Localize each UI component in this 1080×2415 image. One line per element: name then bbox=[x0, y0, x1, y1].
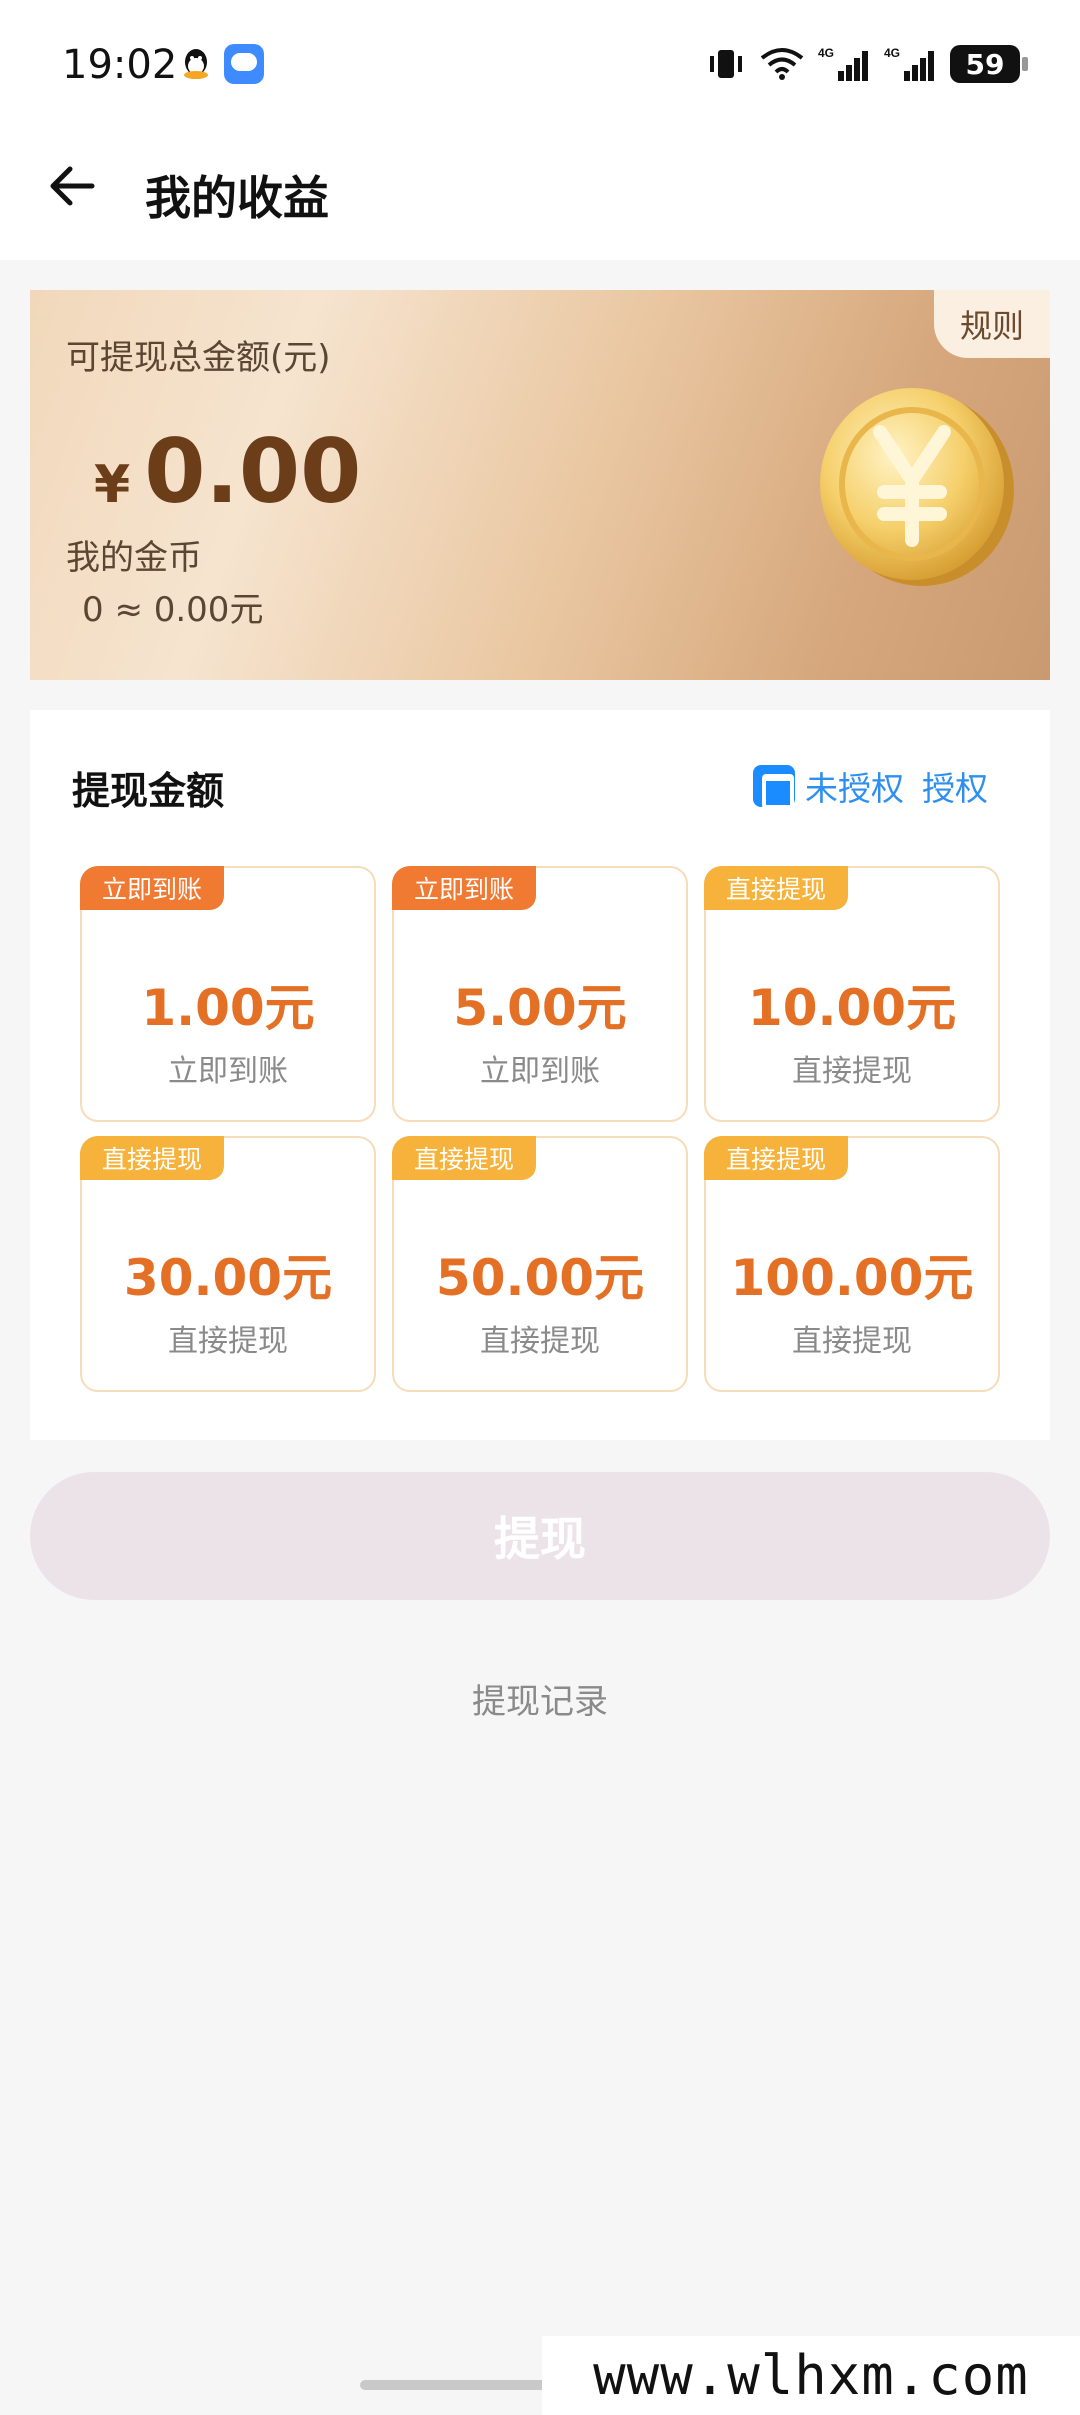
signal-4g-icon: 4G bbox=[884, 46, 934, 81]
withdraw-option[interactable]: 直接提现 50.00元 直接提现 bbox=[392, 1136, 688, 1392]
wifi-icon bbox=[760, 48, 804, 80]
alipay-auth: 未授权 授权 bbox=[753, 762, 988, 810]
option-amount: 5.00元 bbox=[453, 979, 627, 1037]
earnings-card: 规则 可提现总金额(元) ¥ 0.00 我的金币 0 ≈ 0.00元 bbox=[30, 290, 1050, 680]
coins-value: 0 ≈ 0.00元 bbox=[82, 590, 264, 630]
svg-text:4G: 4G bbox=[884, 46, 900, 60]
option-subtitle: 立即到账 bbox=[480, 1054, 600, 1089]
option-amount: 10.00元 bbox=[747, 979, 957, 1037]
gold-coin-icon bbox=[820, 388, 1014, 586]
withdraw-option[interactable]: 立即到账 5.00元 立即到账 bbox=[392, 866, 688, 1122]
withdraw-records-link[interactable]: 提现记录 bbox=[0, 1674, 1080, 1723]
message-icon bbox=[224, 44, 264, 84]
status-time: 19:02 bbox=[62, 42, 178, 88]
total-withdrawable-label: 可提现总金额(元) bbox=[66, 338, 331, 378]
coins-label: 我的金币 bbox=[66, 538, 202, 578]
status-bar: 19:02 4G 4G 59 bbox=[0, 0, 1080, 130]
withdraw-option[interactable]: 直接提现 30.00元 直接提现 bbox=[80, 1136, 376, 1392]
option-badge: 直接提现 bbox=[392, 1136, 537, 1180]
withdraw-panel: 提现金额 未授权 授权 立即到账 1.00元 立即到账 立即到账 5.00元 立… bbox=[30, 710, 1050, 1440]
vibrate-icon bbox=[710, 50, 742, 78]
currency-symbol: ¥ bbox=[94, 455, 131, 515]
total-amount: ¥ 0.00 bbox=[94, 420, 361, 523]
option-badge: 立即到账 bbox=[392, 866, 537, 910]
option-amount: 50.00元 bbox=[435, 1249, 645, 1307]
back-arrow-icon[interactable] bbox=[42, 156, 102, 216]
option-amount: 30.00元 bbox=[123, 1249, 333, 1307]
option-badge: 直接提现 bbox=[704, 866, 849, 910]
withdraw-option[interactable]: 直接提现 100.00元 直接提现 bbox=[704, 1136, 1000, 1392]
option-badge: 直接提现 bbox=[80, 1136, 225, 1180]
option-amount: 100.00元 bbox=[730, 1249, 974, 1307]
option-subtitle: 直接提现 bbox=[792, 1324, 912, 1359]
header: 我的收益 bbox=[0, 130, 1080, 260]
withdraw-button[interactable]: 提现 bbox=[30, 1472, 1050, 1600]
battery-icon: 59 bbox=[950, 45, 1028, 83]
withdraw-option[interactable]: 直接提现 10.00元 直接提现 bbox=[704, 866, 1000, 1122]
qq-icon bbox=[184, 49, 208, 79]
option-amount: 1.00元 bbox=[141, 979, 315, 1037]
rules-button[interactable]: 规则 bbox=[934, 290, 1050, 358]
withdraw-amount-title: 提现金额 bbox=[72, 769, 225, 813]
status-indicators: 4G 4G 59 bbox=[706, 44, 1028, 84]
auth-status: 未授权 bbox=[805, 769, 904, 808]
page-title: 我的收益 bbox=[145, 171, 329, 225]
withdraw-option[interactable]: 立即到账 1.00元 立即到账 bbox=[80, 866, 376, 1122]
alipay-icon bbox=[753, 765, 795, 809]
option-subtitle: 直接提现 bbox=[480, 1324, 600, 1359]
total-amount-value: 0.00 bbox=[144, 420, 362, 523]
authorize-link[interactable]: 授权 bbox=[922, 762, 988, 810]
option-badge: 立即到账 bbox=[80, 866, 225, 910]
option-subtitle: 直接提现 bbox=[792, 1054, 912, 1089]
option-subtitle: 立即到账 bbox=[168, 1054, 288, 1089]
svg-text:4G: 4G bbox=[818, 46, 834, 60]
signal-4g-icon: 4G bbox=[818, 46, 868, 81]
option-badge: 直接提现 bbox=[704, 1136, 849, 1180]
watermark: www.wlhxm.com bbox=[542, 2336, 1080, 2415]
option-subtitle: 直接提现 bbox=[168, 1324, 288, 1359]
